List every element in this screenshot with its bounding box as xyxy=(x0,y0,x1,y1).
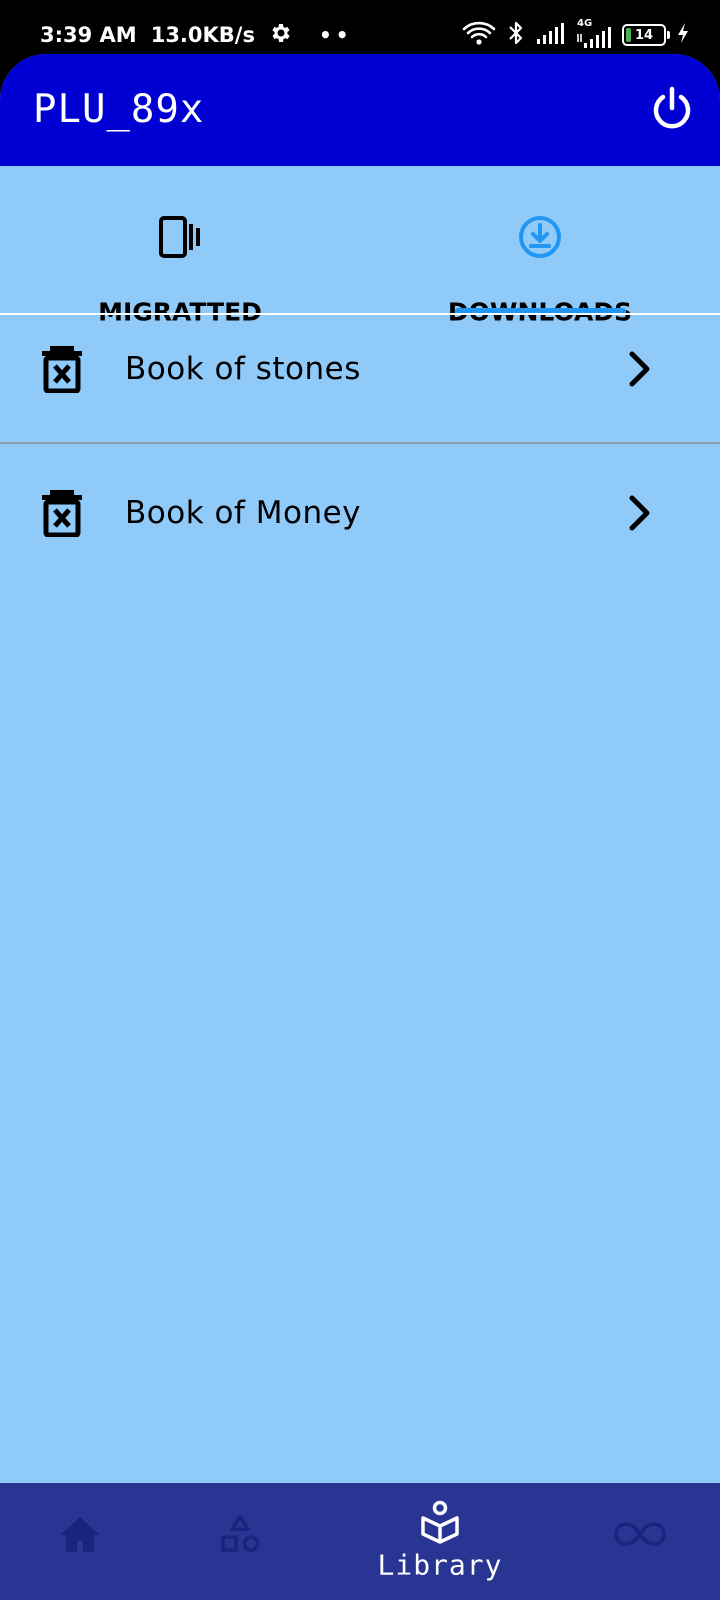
power-icon xyxy=(653,86,691,129)
nav-shapes[interactable] xyxy=(180,1483,300,1600)
charging-icon xyxy=(676,22,690,49)
nav-infinity[interactable] xyxy=(580,1483,700,1600)
nav-library[interactable]: Library xyxy=(360,1483,520,1600)
phone-vibrate-icon xyxy=(159,216,200,258)
chevron-right-icon xyxy=(629,351,650,387)
download-item[interactable]: Book of Money xyxy=(0,443,720,583)
tab-downloads[interactable]: DOWNLOADS xyxy=(360,166,720,327)
status-right: 4G 14 xyxy=(462,18,690,52)
library-icon xyxy=(421,1500,459,1544)
download-item[interactable]: Book of stones xyxy=(0,299,720,439)
signal-4g-icon: 4G xyxy=(576,18,612,50)
chevron-right-icon xyxy=(629,495,650,531)
battery-icon: 14 xyxy=(622,24,670,46)
signal-icon xyxy=(536,21,566,50)
nav-library-label: Library xyxy=(377,1548,503,1582)
battery-level: 14 xyxy=(634,27,654,43)
infinity-icon xyxy=(614,1522,666,1546)
delete-button[interactable] xyxy=(40,489,84,538)
app-bar: PLU_89x xyxy=(0,54,720,166)
notification-dots: •• xyxy=(318,23,353,47)
download-item-title: Book of Money xyxy=(125,495,362,531)
home-icon xyxy=(60,1517,100,1552)
wifi-icon xyxy=(462,20,496,51)
download-circle-icon xyxy=(519,216,561,258)
delete-icon xyxy=(42,346,82,394)
bottom-navigation: Library xyxy=(0,1483,720,1600)
nav-home[interactable] xyxy=(20,1483,140,1600)
net-speed: 13.0KB/s xyxy=(150,23,255,47)
power-button[interactable] xyxy=(648,84,696,132)
app-screen: PLU_89x MIGRATTED DOWNLOADS xyxy=(0,54,720,1600)
delete-icon xyxy=(42,490,82,538)
shapes-icon xyxy=(221,1515,260,1552)
status-left: 3:39 AM 13.0KB/s •• xyxy=(40,20,353,50)
status-time: 3:39 AM xyxy=(40,23,137,47)
delete-button[interactable] xyxy=(40,345,84,394)
settings-gear-icon xyxy=(269,21,293,50)
app-title: PLU_89x xyxy=(33,87,205,132)
bluetooth-icon xyxy=(506,20,526,51)
tab-migratted[interactable]: MIGRATTED xyxy=(0,166,360,327)
download-item-title: Book of stones xyxy=(125,351,361,387)
